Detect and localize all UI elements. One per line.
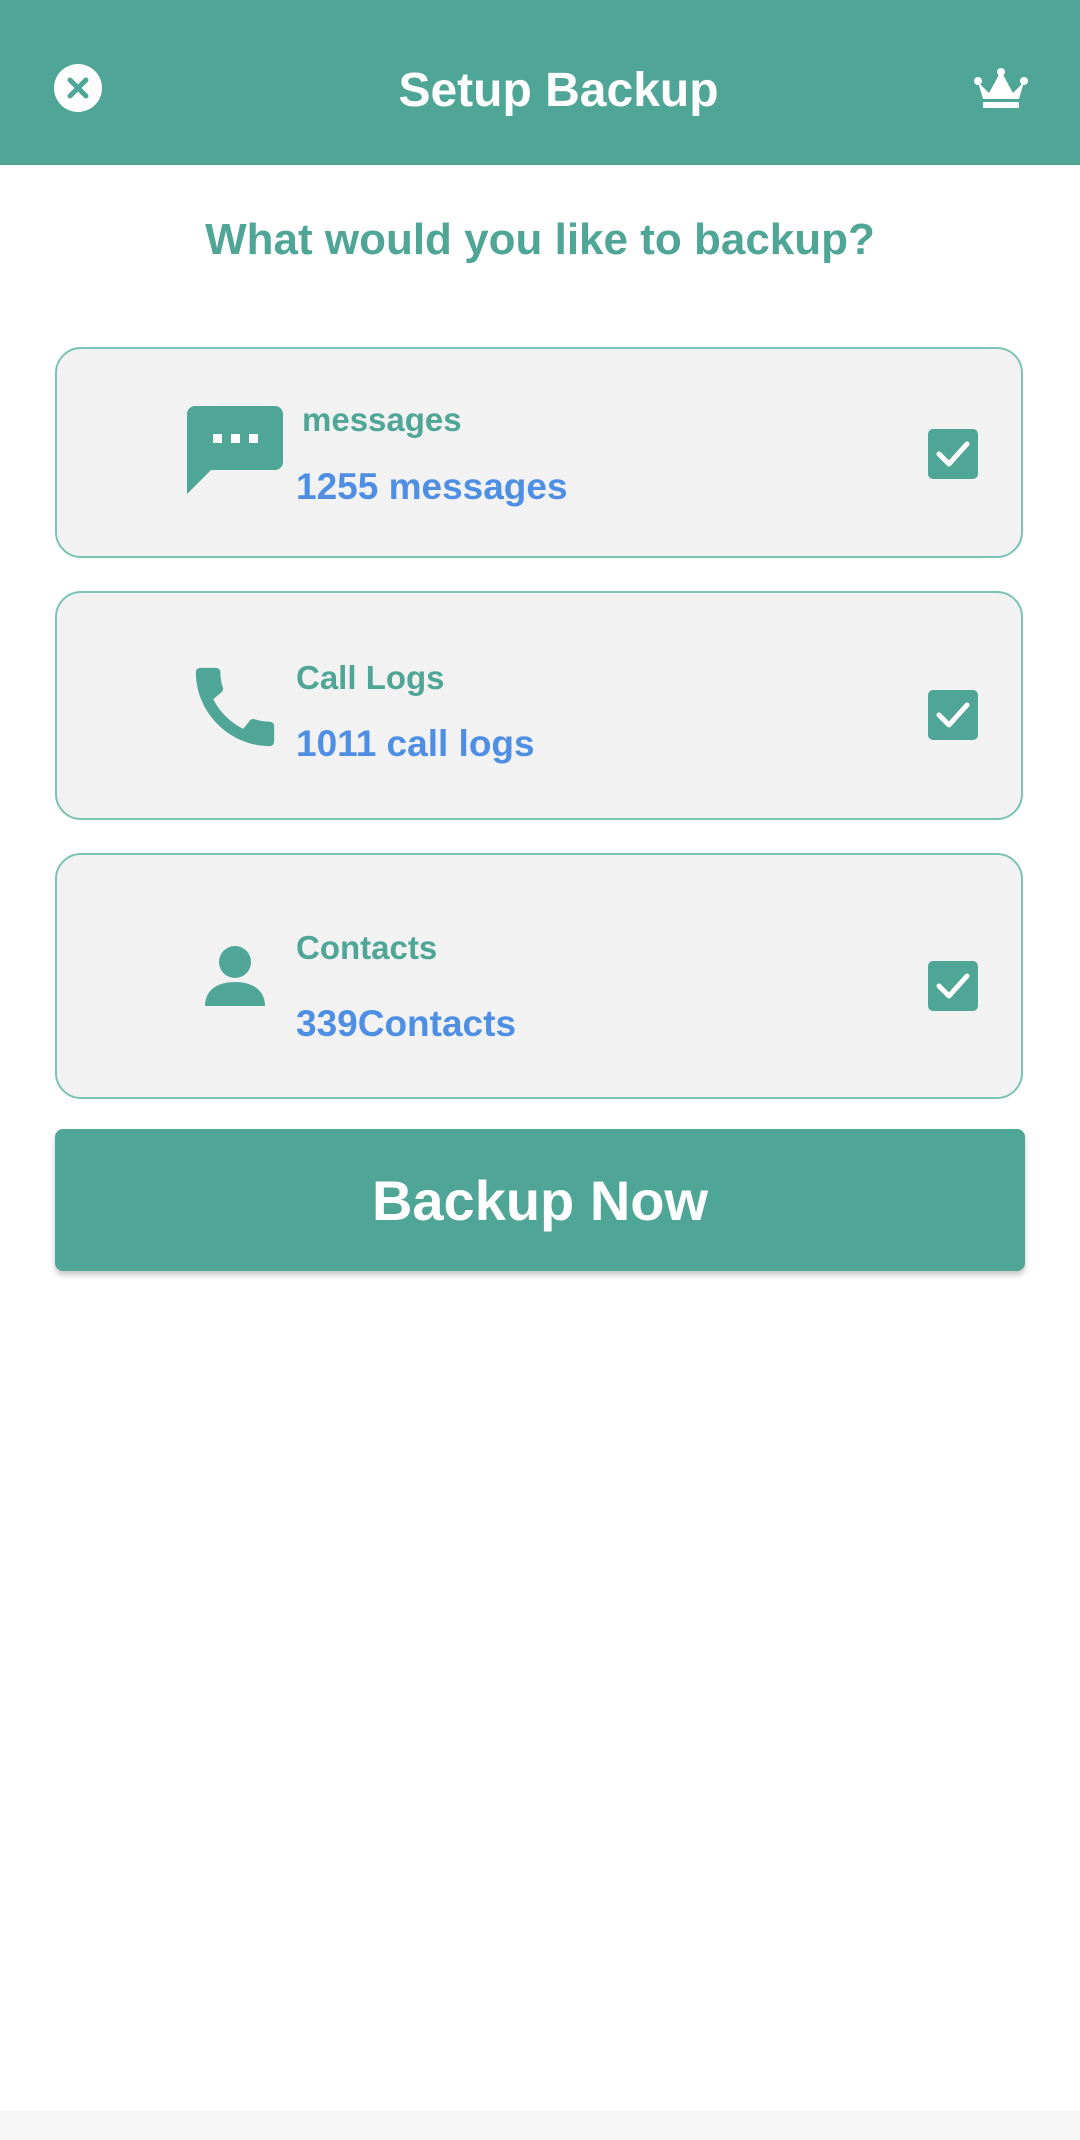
item-label: Call Logs (296, 659, 445, 696)
check-icon (936, 973, 970, 999)
setup-backup-screen: Setup Backup What would you like to back… (0, 0, 1080, 2140)
check-icon (936, 702, 970, 728)
check-icon (936, 441, 970, 467)
call-logs-checkbox[interactable] (928, 690, 978, 740)
phone-icon (177, 649, 293, 765)
bottom-edge (0, 2111, 1080, 2140)
app-bar: Setup Backup (0, 0, 1080, 165)
messages-checkbox[interactable] (928, 429, 978, 479)
page-title: Setup Backup (398, 63, 719, 117)
item-count: 339Contacts (296, 1003, 517, 1044)
crown-icon (974, 68, 1028, 108)
item-label: Contacts (296, 929, 438, 966)
premium-button[interactable] (974, 68, 1028, 110)
backup-now-button[interactable]: Backup Now (55, 1129, 1025, 1271)
person-icon (177, 920, 293, 1036)
item-count: 1255 messages (296, 466, 568, 507)
item-label: messages (302, 401, 462, 438)
chat-bubble-icon (177, 396, 293, 512)
backup-item-call-logs[interactable]: Call Logs 1011 call logs (55, 591, 1023, 820)
backup-item-contacts[interactable]: Contacts 339Contacts (55, 853, 1023, 1099)
item-count: 1011 call logs (296, 723, 535, 764)
backup-item-messages[interactable]: messages 1255 messages (55, 347, 1023, 558)
contacts-checkbox[interactable] (928, 961, 978, 1011)
backup-question: What would you like to backup? (205, 215, 875, 264)
